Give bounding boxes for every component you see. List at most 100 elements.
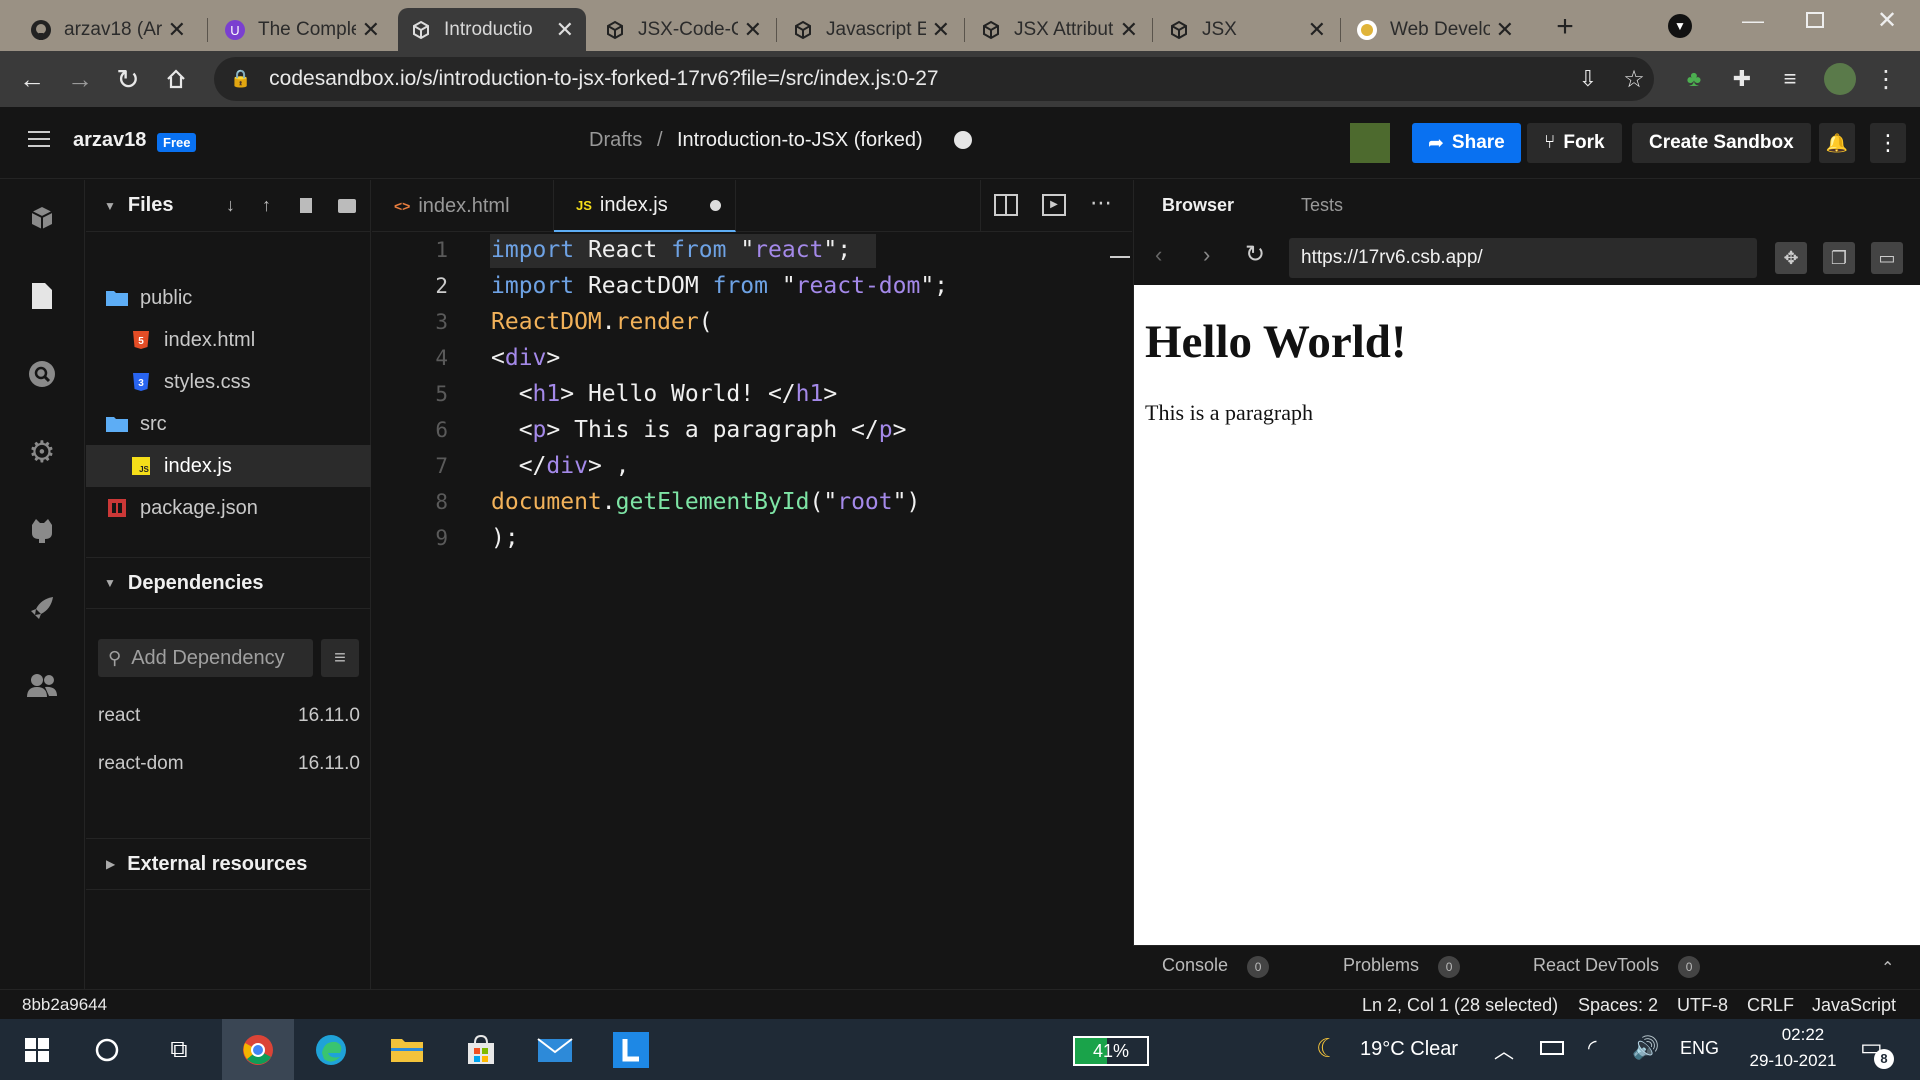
windows-start-icon[interactable] [14, 1027, 60, 1073]
more-menu-icon[interactable]: ⋮ [1870, 123, 1906, 163]
mail-taskbar-icon[interactable] [532, 1027, 578, 1073]
tree-file-package-json[interactable]: package.json [104, 487, 364, 529]
close-icon[interactable]: ✕ [168, 17, 186, 43]
close-icon[interactable]: ✕ [932, 17, 950, 43]
browser-tab-jsx[interactable]: JSX ✕ [1156, 8, 1338, 51]
search-icon[interactable] [22, 354, 62, 394]
dependencies-section-header[interactable]: ▼ Dependencies [86, 557, 371, 609]
app-l-taskbar-icon[interactable] [608, 1027, 654, 1073]
collapse-arrow-down-icon[interactable]: ↓ [226, 195, 235, 216]
external-resources-section-header[interactable]: ▶ External resources [86, 838, 371, 890]
extensions-puzzle-icon[interactable]: ✚ [1724, 61, 1760, 97]
share-button[interactable]: ➦ Share [1412, 123, 1521, 163]
browser-tab-github[interactable]: arzav18 (Arz ✕ [18, 8, 198, 51]
unsaved-dot-icon[interactable] [710, 200, 721, 211]
fork-button[interactable]: ⑂ Fork [1527, 123, 1622, 163]
close-icon[interactable]: ✕ [1496, 17, 1514, 43]
language-mode[interactable]: JavaScript [1812, 995, 1896, 1016]
task-view-icon[interactable]: ⧉ [156, 1027, 202, 1073]
globe-icon[interactable] [954, 131, 972, 149]
file-explorer-icon[interactable] [22, 276, 62, 316]
problems-tab[interactable]: Problems 0 [1343, 955, 1461, 978]
tab-search-icon[interactable]: ▼ [1668, 14, 1692, 38]
clock-time[interactable]: 02:22 [1758, 1025, 1848, 1045]
chrome-taskbar-icon[interactable] [222, 1019, 294, 1080]
media-queue-icon[interactable]: ≡ [1772, 61, 1808, 97]
minimize-icon[interactable]: — [1738, 8, 1768, 38]
browser-tab-introduction[interactable]: Introductio ✕ [398, 8, 586, 51]
hamburger-menu-icon[interactable] [28, 131, 50, 149]
tray-chevron-up-icon[interactable]: ︿ [1494, 1035, 1514, 1064]
deploy-rocket-icon[interactable] [22, 588, 62, 628]
breadcrumb-drafts[interactable]: Drafts [589, 129, 642, 152]
indent-spaces[interactable]: Spaces: 2 [1578, 995, 1658, 1016]
window-close-icon[interactable]: ✕ [1872, 6, 1902, 36]
github-icon[interactable] [22, 510, 62, 550]
clock-date[interactable]: 29-10-2021 [1738, 1051, 1848, 1071]
sandbox-title[interactable]: Introduction-to-JSX (forked) [677, 129, 923, 152]
cortana-search-icon[interactable] [84, 1027, 130, 1073]
open-new-window-icon[interactable]: ▭ [1871, 242, 1903, 274]
preview-copy-icon[interactable]: ❐ [1823, 242, 1855, 274]
create-sandbox-button[interactable]: Create Sandbox [1632, 123, 1811, 163]
battery-indicator[interactable]: 41% [1073, 1036, 1149, 1066]
battery-tray-icon[interactable] [1540, 1041, 1564, 1055]
preview-refresh-icon[interactable]: ↻ [1245, 240, 1265, 269]
username[interactable]: arzav18 [73, 129, 146, 152]
reload-icon[interactable]: ↻ [110, 61, 146, 97]
tab-browser[interactable]: Browser [1162, 195, 1234, 216]
preview-devtools-icon[interactable]: ✥ [1775, 242, 1807, 274]
browser-tab-jsx-code[interactable]: JSX-Code-C ✕ [592, 8, 774, 51]
more-horizontal-icon[interactable]: ⋯ [1090, 190, 1113, 216]
cursor-position[interactable]: Ln 2, Col 1 (28 selected) [1362, 995, 1558, 1016]
react-devtools-tab[interactable]: React DevTools 0 [1533, 955, 1701, 978]
preview-forward-icon[interactable]: › [1203, 242, 1210, 268]
bookmark-star-icon[interactable]: ☆ [1616, 61, 1652, 97]
live-users-icon[interactable] [22, 666, 62, 706]
preview-url-input[interactable]: https://17rv6.csb.app/ [1289, 238, 1757, 278]
notifications-bell-icon[interactable]: 🔔 [1819, 123, 1855, 163]
browser-tab-javascript[interactable]: Javascript E ✕ [780, 8, 962, 51]
line-endings[interactable]: CRLF [1747, 995, 1794, 1016]
tree-folder-public[interactable]: public [104, 277, 364, 319]
volume-icon[interactable]: 🔊 [1632, 1035, 1659, 1061]
close-icon[interactable]: ✕ [1308, 17, 1326, 43]
tree-file-styles-css[interactable]: 3 styles.css [128, 361, 364, 403]
settings-gear-icon[interactable]: ⚙ [22, 432, 62, 472]
browser-tab-jsx-attributes[interactable]: JSX Attribut ✕ [968, 8, 1150, 51]
address-bar[interactable]: 🔒 codesandbox.io/s/introduction-to-jsx-f… [214, 57, 1654, 101]
close-icon[interactable]: ✕ [556, 17, 574, 43]
chevron-up-icon[interactable]: ⌃ [1881, 958, 1894, 978]
store-taskbar-icon[interactable] [458, 1027, 504, 1073]
profile-avatar[interactable] [1824, 63, 1856, 95]
tab-tests[interactable]: Tests [1301, 195, 1343, 216]
restore-icon[interactable] [1806, 12, 1824, 28]
add-dependency-input[interactable]: ⚲ Add Dependency [98, 639, 313, 677]
install-app-icon[interactable]: ⇩ [1570, 61, 1606, 97]
console-tab[interactable]: Console 0 [1162, 955, 1270, 978]
home-icon[interactable] [158, 61, 194, 97]
chrome-menu-icon[interactable]: ⋮ [1868, 61, 1904, 97]
wifi-icon[interactable]: ◜ [1588, 1035, 1597, 1061]
new-tab-plus-icon[interactable]: + [1548, 10, 1582, 44]
browser-tab-web-dev[interactable]: Web Develo ✕ [1344, 8, 1526, 51]
dependency-item-react-dom[interactable]: react-dom 16.11.0 [98, 753, 360, 775]
dependency-list-menu-icon[interactable]: ≡ [321, 639, 359, 677]
forward-arrow-icon[interactable]: → [62, 61, 98, 97]
close-icon[interactable]: ✕ [1120, 17, 1138, 43]
new-file-icon[interactable] [300, 198, 312, 213]
close-icon[interactable]: ✕ [362, 17, 380, 43]
code-editor[interactable]: 1 import React from "react"; 2 import Re… [372, 232, 1132, 989]
tree-folder-src[interactable]: src [104, 403, 364, 445]
browser-tab-course[interactable]: U The Comple ✕ [212, 8, 392, 51]
close-icon[interactable]: ✕ [744, 17, 762, 43]
user-avatar[interactable] [1350, 123, 1390, 163]
tree-file-index-js[interactable]: JS index.js [86, 445, 371, 487]
upload-arrow-up-icon[interactable]: ↑ [262, 195, 271, 216]
tree-file-index-html[interactable]: 5 index.html [128, 319, 364, 361]
dependency-item-react[interactable]: react 16.11.0 [98, 705, 360, 727]
input-language[interactable]: ENG [1680, 1038, 1719, 1059]
new-folder-icon[interactable] [338, 198, 356, 213]
editor-tab-index-html[interactable]: <> index.html [372, 180, 554, 232]
weather-text[interactable]: 19°C Clear [1360, 1038, 1458, 1061]
